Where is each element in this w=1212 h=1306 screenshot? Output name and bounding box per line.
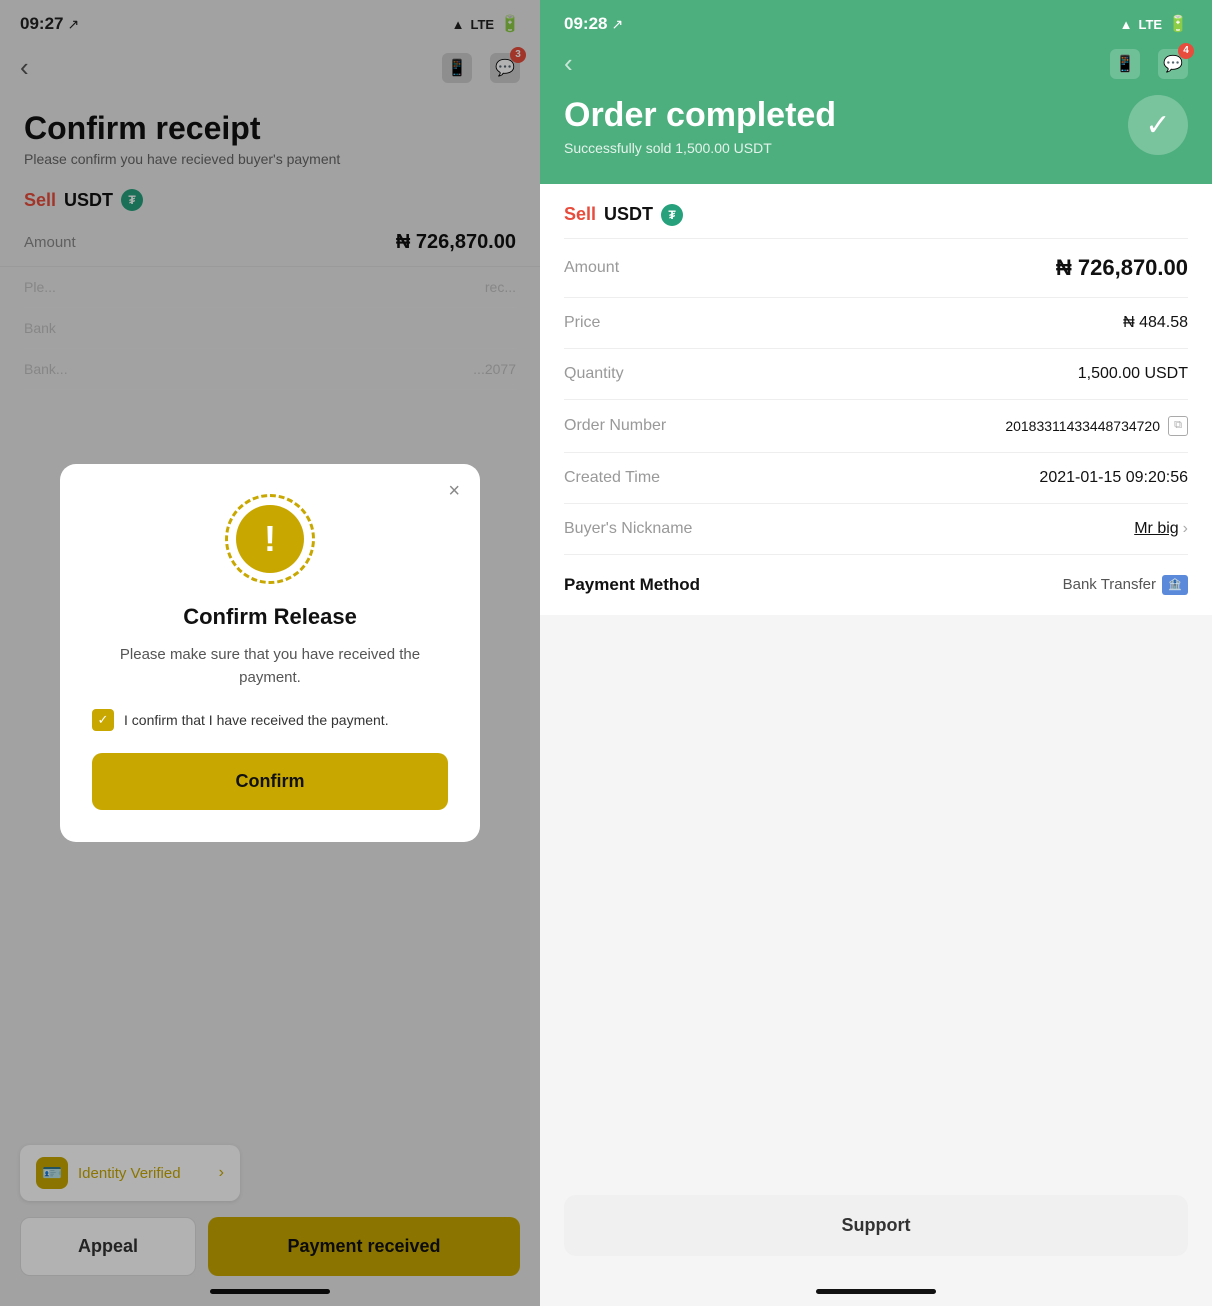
order-number-value: 20183311433448734720 — [1005, 418, 1160, 434]
right-content: Sell USDT ₮ Amount ₦ 726,870.00 Price ₦ … — [540, 184, 1212, 615]
payment-method-value-wrap: Bank Transfer 🏦 — [1063, 575, 1188, 595]
buyer-nickname-row: Buyer's Nickname Mr big › — [564, 504, 1188, 555]
amount-row-right: Amount ₦ 726,870.00 — [564, 239, 1188, 298]
left-panel: 09:27 ↗ ▲ LTE 🔋 ‹ 📱 💬 3 — [0, 0, 540, 1306]
modal-close-button[interactable]: × — [448, 480, 460, 503]
order-completed-row: Order completed Successfully sold 1,500.… — [564, 95, 1188, 156]
modal-icon-wrap: ! — [92, 494, 448, 584]
status-bar-right: 09:28 ↗ ▲ LTE 🔋 — [564, 0, 1188, 44]
battery-icon-right: 🔋 — [1168, 14, 1188, 34]
back-button-right[interactable]: ‹ — [564, 48, 573, 79]
price-row: Price ₦ 484.58 — [564, 298, 1188, 349]
tether-icon-right: ₮ — [661, 204, 683, 226]
checkbox-checked-icon[interactable]: ✓ — [92, 709, 114, 731]
phone-icon-right[interactable]: 📱 — [1110, 49, 1140, 79]
usdt-label-right: USDT — [604, 204, 653, 225]
right-panel: 09:28 ↗ ▲ LTE 🔋 ‹ 📱 💬 4 — [540, 0, 1212, 1306]
order-completed-title: Order completed — [564, 95, 836, 136]
home-indicator-right — [816, 1289, 936, 1294]
signal-icon-right: ▲ — [1120, 17, 1133, 32]
amount-value-right: ₦ 726,870.00 — [1056, 255, 1188, 281]
copy-icon[interactable]: ⧉ — [1168, 416, 1188, 436]
support-section: Support — [540, 1195, 1212, 1256]
chat-badge-right: 4 — [1178, 43, 1194, 59]
check-circle-icon: ✓ — [1128, 95, 1188, 155]
support-button[interactable]: Support — [564, 1195, 1188, 1256]
payment-method-label: Payment Method — [564, 575, 700, 595]
created-time-label: Created Time — [564, 469, 660, 487]
order-number-row: Order Number 20183311433448734720 ⧉ — [564, 400, 1188, 453]
left-content: 09:27 ↗ ▲ LTE 🔋 ‹ 📱 💬 3 — [0, 0, 540, 1306]
created-time-value: 2021-01-15 09:20:56 — [1039, 469, 1188, 487]
price-label: Price — [564, 314, 600, 332]
modal-title: Confirm Release — [92, 604, 448, 630]
chat-icon-wrap-right: 💬 4 — [1158, 49, 1188, 79]
buyer-nickname-value-wrap[interactable]: Mr big › — [1134, 520, 1188, 538]
order-number-label: Order Number — [564, 417, 666, 435]
buyer-nickname-label: Buyer's Nickname — [564, 520, 692, 538]
location-icon-right: ↗ — [611, 16, 623, 33]
buyer-arrow-icon: › — [1183, 520, 1188, 538]
phone-icon-wrap-right: 📱 — [1110, 49, 1140, 79]
lte-text-right: LTE — [1138, 17, 1162, 32]
modal-checkbox-row: ✓ I confirm that I have received the pay… — [92, 709, 448, 731]
sell-label-right: Sell — [564, 204, 596, 225]
nav-bar-right: ‹ 📱 💬 4 — [564, 44, 1188, 95]
checkbox-label: I confirm that I have received the payme… — [124, 712, 389, 728]
amount-label-right: Amount — [564, 259, 619, 277]
created-time-row: Created Time 2021-01-15 09:20:56 — [564, 453, 1188, 504]
price-value: ₦ 484.58 — [1123, 314, 1188, 332]
modal-description: Please make sure that you have received … — [92, 644, 448, 689]
order-number-value-wrap: 20183311433448734720 ⧉ — [1005, 416, 1188, 436]
green-header: 09:28 ↗ ▲ LTE 🔋 ‹ 📱 💬 4 — [540, 0, 1212, 184]
quantity-row: Quantity 1,500.00 USDT — [564, 349, 1188, 400]
quantity-label: Quantity — [564, 365, 624, 383]
payment-method-value: Bank Transfer — [1063, 576, 1156, 593]
modal-overlay: × ! Confirm Release Please make sure tha… — [0, 0, 540, 1306]
time-right: 09:28 — [564, 14, 607, 34]
quantity-value: 1,500.00 USDT — [1078, 365, 1188, 383]
order-completed-subtitle: Successfully sold 1,500.00 USDT — [564, 140, 836, 156]
sell-section-right: Sell USDT ₮ — [564, 184, 1188, 239]
bank-icon: 🏦 — [1162, 575, 1188, 595]
confirm-button[interactable]: Confirm — [92, 753, 448, 810]
confirm-release-modal: × ! Confirm Release Please make sure tha… — [60, 464, 480, 842]
buyer-nickname-value: Mr big — [1134, 520, 1178, 538]
warning-circle-outer: ! — [225, 494, 315, 584]
payment-method-row: Payment Method Bank Transfer 🏦 — [564, 555, 1188, 615]
warning-circle-inner: ! — [236, 505, 304, 573]
